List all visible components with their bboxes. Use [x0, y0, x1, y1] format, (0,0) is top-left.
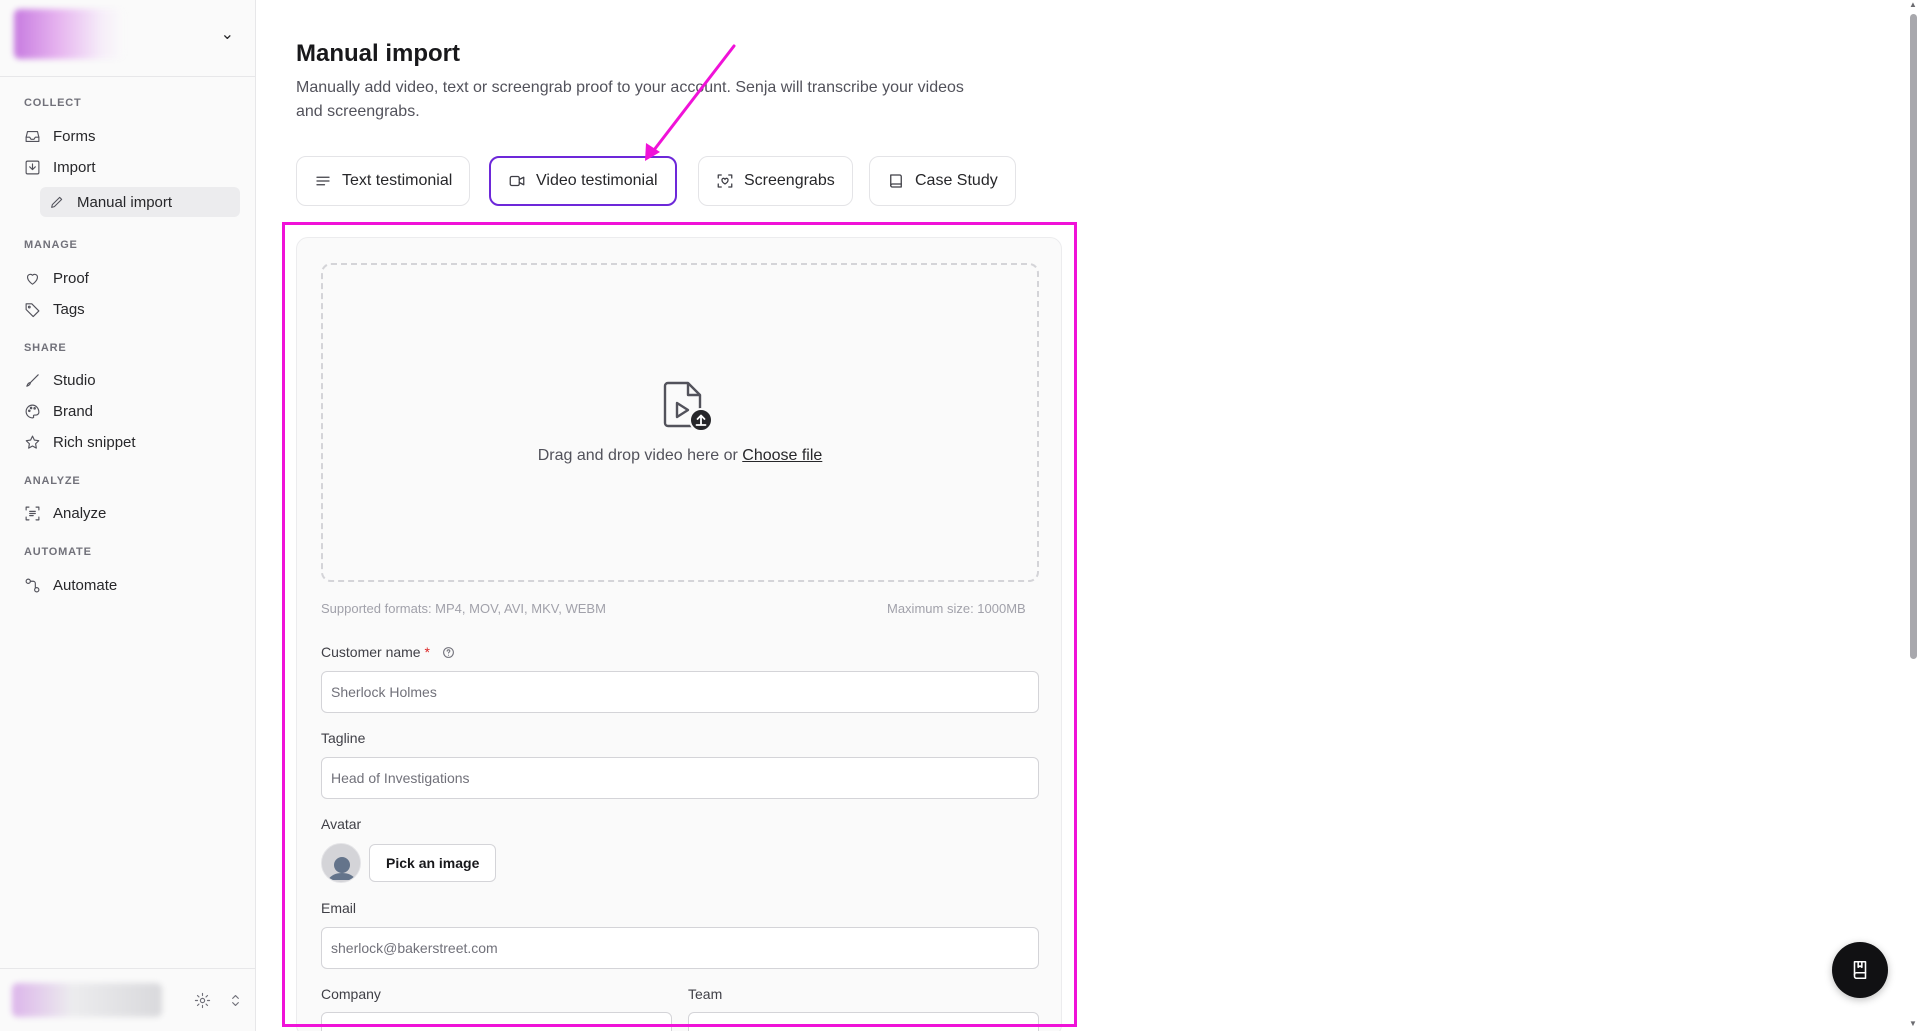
chevron-updown-icon[interactable] [227, 992, 244, 1009]
tab-video-testimonial[interactable]: Video testimonial [489, 156, 677, 206]
gear-icon[interactable] [194, 992, 211, 1009]
analyze-icon [25, 506, 40, 520]
sidebar-item-rich-snippet[interactable]: Rich snippet [24, 429, 136, 455]
import-icon [25, 160, 40, 174]
brush-icon [26, 373, 39, 387]
sidebar-divider [0, 968, 256, 969]
sidebar-item-label: Import [53, 158, 96, 176]
sidebar-item-import[interactable]: Import [24, 154, 96, 180]
section-analyze: ANALYZE [24, 475, 81, 487]
sidebar-item-label: Manual import [77, 193, 173, 211]
section-share: SHARE [24, 342, 67, 354]
tab-text-testimonial[interactable]: Text testimonial [296, 156, 471, 206]
sidebar-divider [0, 76, 256, 77]
screengrab-icon [717, 174, 733, 188]
scroll-up-icon[interactable]: ▲ [1909, 0, 1917, 9]
sidebar-item-analyze[interactable]: Analyze [24, 500, 106, 526]
workflow-icon [25, 578, 40, 592]
sidebar-item-label: Brand [53, 402, 94, 420]
tag-icon [25, 302, 40, 317]
tab-case-study[interactable]: Case Study [869, 156, 1016, 206]
sidebar-item-automate[interactable]: Automate [24, 572, 117, 598]
sidebar-item-proof[interactable]: Proof [24, 265, 89, 291]
tab-label: Screengrabs [744, 172, 835, 189]
sidebar-item-label: Forms [53, 127, 96, 145]
avatar [12, 983, 162, 1017]
heart-icon [26, 273, 39, 285]
section-collect: COLLECT [24, 97, 82, 109]
workspace-switcher[interactable]: ⌄ [14, 8, 242, 60]
sidebar-item-label: Tags [53, 300, 85, 318]
section-automate: AUTOMATE [24, 546, 92, 558]
sidebar-item-label: Studio [53, 371, 96, 389]
tab-screengrabs[interactable]: Screengrabs [698, 156, 853, 206]
sidebar-item-manual-import[interactable]: Manual import [40, 187, 240, 217]
sidebar-item-studio[interactable]: Studio [24, 367, 96, 393]
scrollbar[interactable]: ▲ ▼ [1906, 0, 1920, 1031]
sidebar-item-label: Rich snippet [53, 433, 136, 451]
sidebar-item-label: Proof [53, 269, 89, 287]
annotation-highlight-box [282, 222, 1077, 1027]
palette-icon [25, 404, 40, 418]
help-chat-button[interactable] [1832, 942, 1888, 998]
chevron-down-icon: ⌄ [220, 26, 234, 43]
section-manage: MANAGE [24, 239, 78, 251]
scrollbar-thumb[interactable] [1910, 14, 1917, 659]
sidebar-item-label: Analyze [53, 504, 107, 522]
sidebar-item-tags[interactable]: Tags [24, 296, 85, 322]
scroll-down-icon[interactable]: ▼ [1909, 1019, 1917, 1028]
sidebar-item-brand[interactable]: Brand [24, 398, 93, 424]
page-description: Manually add video, text or screengrab p… [296, 79, 964, 120]
star-icon [25, 435, 40, 449]
text-lines-icon [316, 176, 330, 186]
video-camera-icon [509, 175, 525, 187]
user-menu[interactable] [12, 980, 244, 1020]
page-title: Manual import [296, 40, 461, 67]
sidebar-item-forms[interactable]: Forms [24, 123, 96, 149]
tab-label: Video testimonial [536, 172, 658, 189]
inbox-icon [25, 130, 40, 142]
book-icon [890, 174, 902, 188]
pencil-icon [51, 196, 63, 208]
tab-label: Text testimonial [342, 172, 453, 189]
book-icon [1853, 960, 1867, 980]
sidebar: ⌄ COLLECT Forms Import Manual import MAN… [0, 0, 256, 1031]
tab-label: Case Study [915, 172, 998, 189]
sidebar-item-label: Automate [53, 576, 118, 594]
workspace-logo [14, 9, 124, 59]
